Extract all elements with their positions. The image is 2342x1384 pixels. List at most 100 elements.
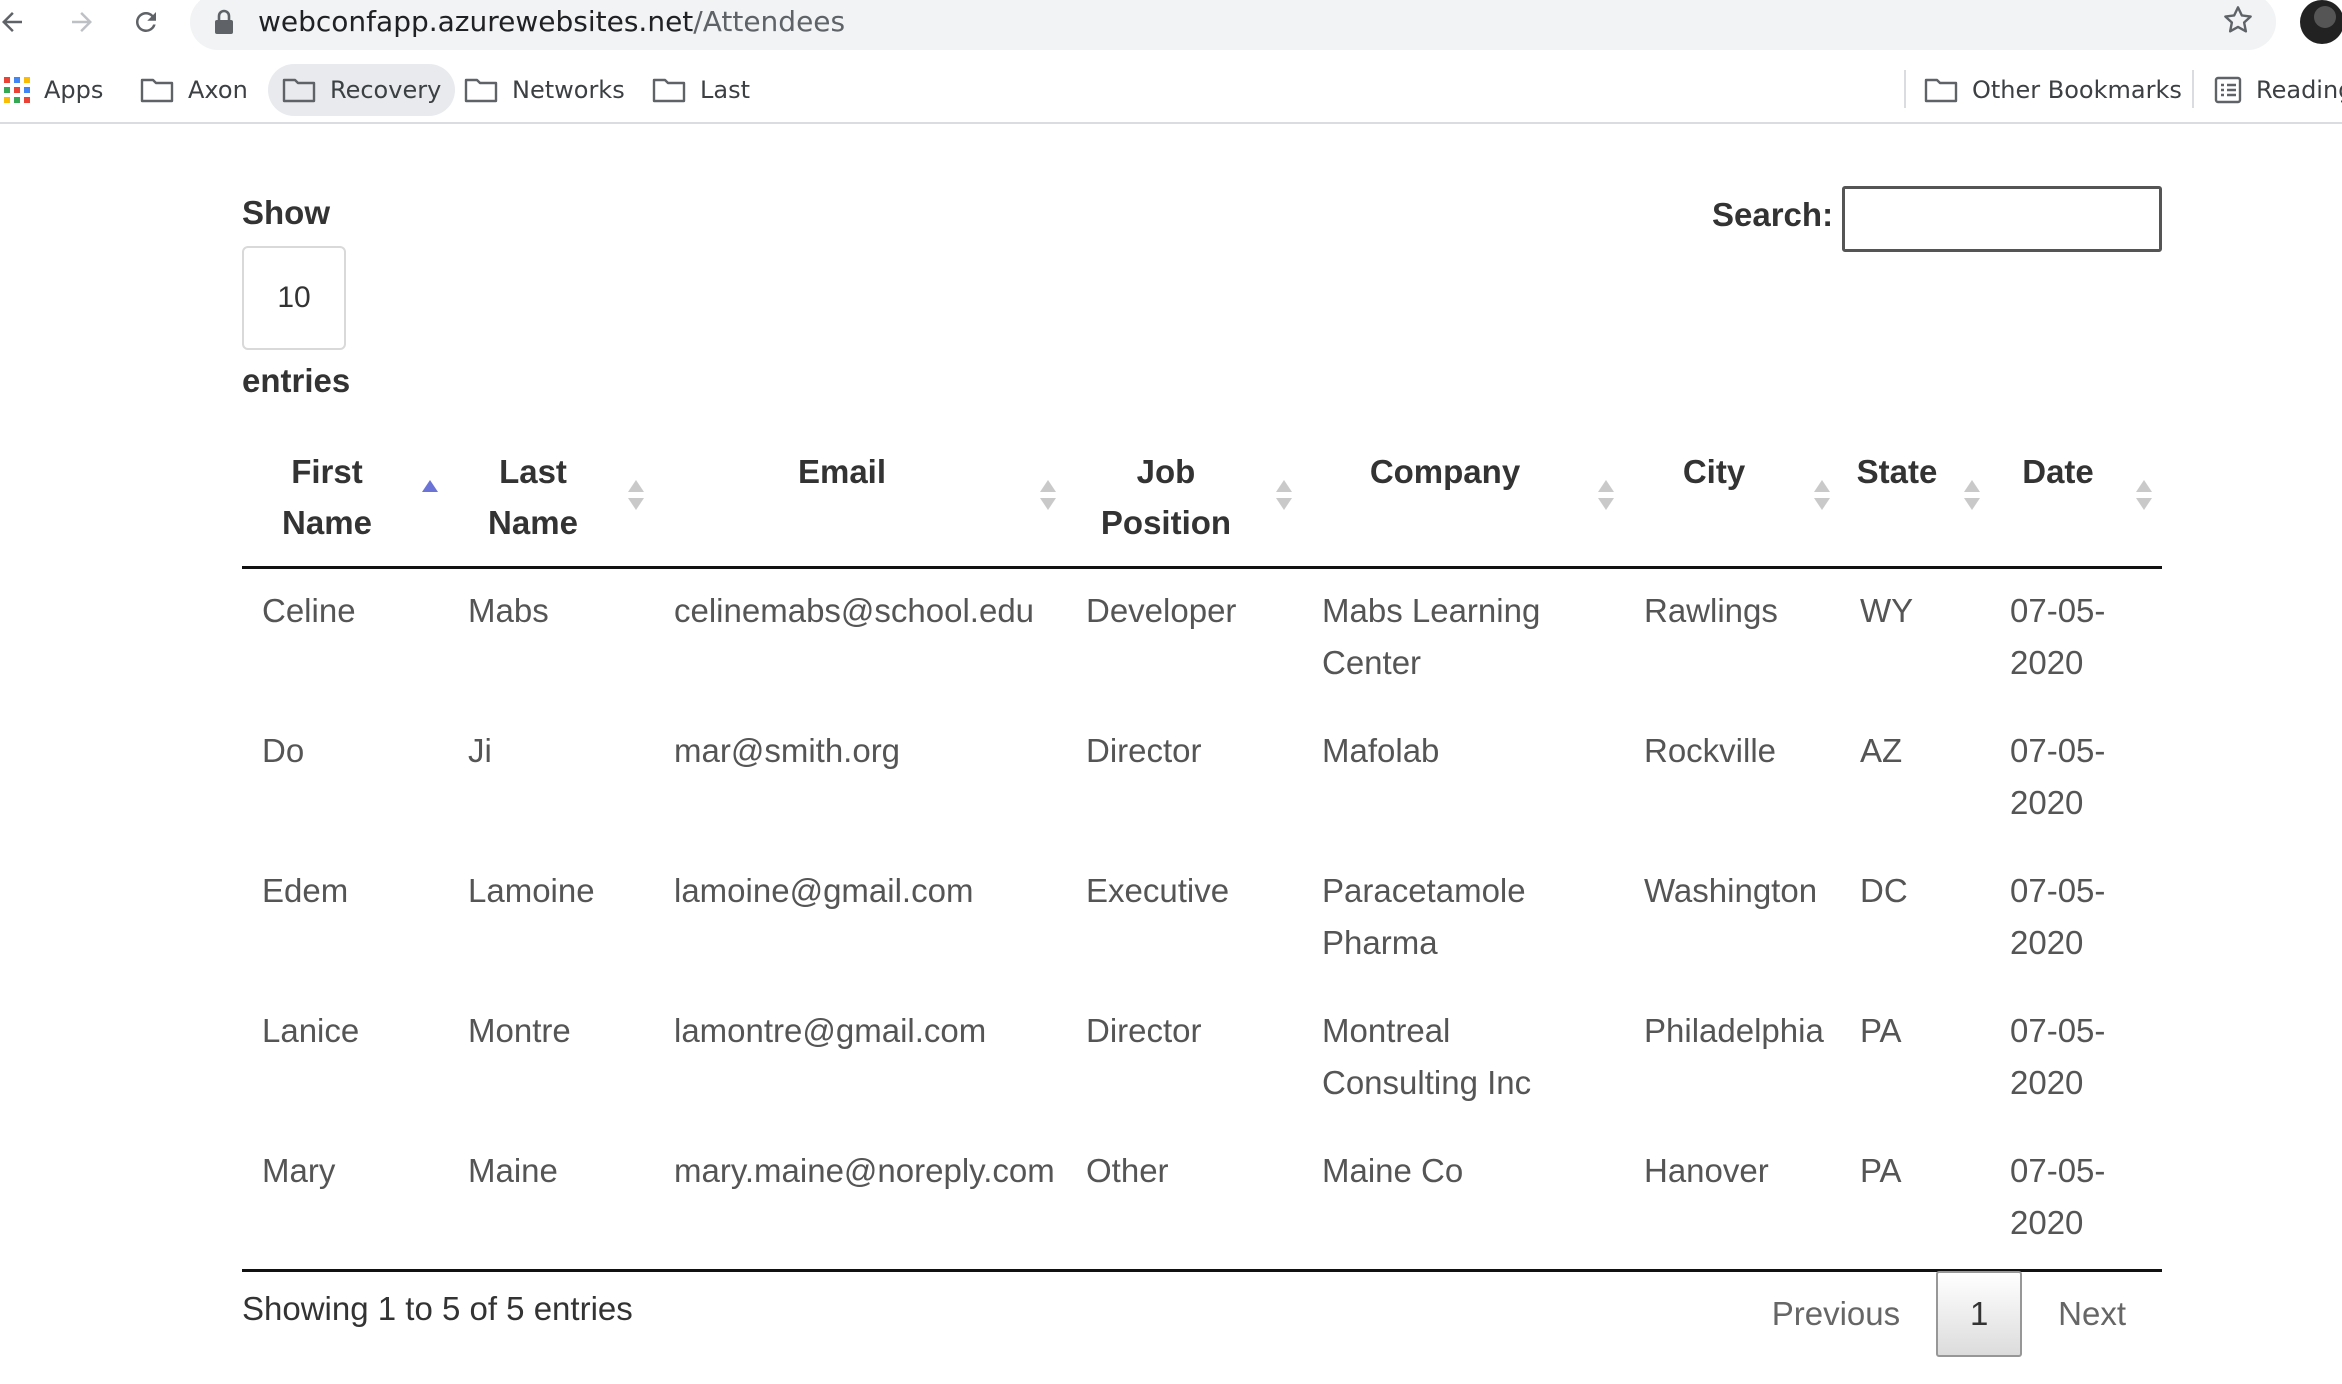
column-header-label: First Name [282,453,372,541]
length-show-label: Show [242,194,330,231]
cell-email: mary.maine@noreply.com [654,1129,1066,1272]
cell-date: 07-05-2020 [2010,1012,2106,1101]
cell-job-position: Other [1066,1129,1302,1272]
sort-icon [2136,480,2152,512]
bookmark-label: Axon [188,76,248,104]
cell-date: 07-05-2020 [2010,592,2106,681]
forward-icon[interactable] [62,2,102,42]
column-header-city[interactable]: City [1624,424,1840,569]
attendees-table: First Name Last Name Email Job Position … [242,424,2162,1272]
cell-city: Hanover [1624,1129,1840,1272]
cell-company: Paracetamole Pharma [1322,872,1526,961]
folder-icon [652,78,686,103]
cell-city: Rockville [1644,732,1777,769]
url-path: /Attendees [693,5,846,38]
reading-list-icon [2214,76,2242,104]
cell-city: Philadelphia [1644,1012,1824,1049]
url-host: webconfapp.azurewebsites.net [258,5,694,38]
cell-company: Mafolab [1322,732,1440,769]
cell-date: 07-05-2020 [2010,872,2106,961]
column-header-company[interactable]: Company [1302,424,1624,569]
cell-email: mar@smith.org [674,732,901,769]
cell-state: DC [1860,872,1908,909]
cell-first-name: Edem [262,872,349,909]
bookmark-last[interactable]: Last [652,64,750,116]
folder-icon [140,78,174,103]
reading-list-label: Reading List [2256,76,2342,104]
folder-icon [464,78,498,103]
profile-avatar[interactable] [2300,0,2342,44]
table-row: Mary Maine mary.maine@noreply.com Other … [242,1129,2162,1272]
folder-icon [282,78,316,103]
cell-state: PA [1860,1012,1902,1049]
back-icon[interactable] [0,2,32,42]
next-page-button[interactable]: Next [2022,1295,2162,1333]
sort-icon [1598,480,1614,512]
cell-email: lamoine@gmail.com [674,872,974,909]
column-header-label: Company [1369,453,1521,490]
column-header-label: Email [797,453,887,490]
bookmark-apps[interactable]: Apps [4,64,103,116]
column-header-label: Job Position [1100,453,1232,541]
lock-icon[interactable] [212,8,236,40]
bookmark-label: Networks [512,76,625,104]
sort-icon [1814,480,1830,512]
bookmark-label: Last [700,76,750,104]
reading-list[interactable]: Reading List [2214,64,2342,116]
cell-company: Mabs Learning Center [1322,592,1541,681]
column-header-label: Last Name [488,453,578,541]
column-header-state[interactable]: State [1840,424,1990,569]
cell-last-name: Ji [468,732,492,769]
cell-city: Washington [1644,872,1818,909]
bookmark-separator [2192,70,2194,108]
page-length-select[interactable]: 10 [242,246,346,350]
cell-job-position: Director [1086,1012,1202,1049]
cell-last-name: Maine [448,1129,654,1272]
cell-city: Rawlings [1644,592,1778,629]
cell-job-position: Director [1086,732,1202,769]
cell-state: AZ [1860,732,1903,769]
reload-icon[interactable] [126,2,166,42]
table-row: Lanice Montre lamontre@gmail.com Directo… [242,989,2162,1129]
bookmark-networks[interactable]: Networks [464,64,625,116]
cell-last-name: Lamoine [468,872,595,909]
cell-email: lamontre@gmail.com [674,1012,987,1049]
bookmarks-bar: Apps Axon Recovery Networks Last Other B… [0,56,2342,124]
length-entries-label: entries [242,362,351,399]
table-row: Celine Mabs celinemabs@school.edu Develo… [242,568,2162,710]
cell-company: Montreal Consulting Inc [1322,1012,1532,1101]
cell-email: celinemabs@school.edu [674,592,1035,629]
column-header-label: Date [2022,453,2094,490]
search-input[interactable] [1842,186,2162,252]
column-header-job-position[interactable]: Job Position [1066,424,1302,569]
cell-job-position: Developer [1086,592,1237,629]
cell-first-name: Do [262,732,305,769]
cell-date: 07-05-2020 [2010,732,2106,821]
bookmark-separator [1904,70,1906,108]
bookmark-recovery[interactable]: Recovery [268,64,456,116]
pagination: Previous 1 Next [1736,1270,2162,1358]
address-bar[interactable]: webconfapp.azurewebsites.net/Attendees [190,0,2276,50]
search-label: Search: [1712,196,1834,233]
column-header-date[interactable]: Date [1990,424,2162,569]
column-header-email[interactable]: Email [654,424,1066,569]
table-row: Edem Lamoine lamoine@gmail.com Executive… [242,849,2162,989]
table-row: Do Ji mar@smith.org Director Mafolab Roc… [242,709,2162,849]
cell-last-name: Mabs [468,592,549,629]
bookmark-other[interactable]: Other Bookmarks [1924,64,2182,116]
column-header-last-name[interactable]: Last Name [448,424,654,569]
bookmark-star-icon[interactable] [2222,4,2254,40]
url-text[interactable]: webconfapp.azurewebsites.net/Attendees [258,2,845,42]
previous-page-button[interactable]: Previous [1736,1295,1936,1333]
column-header-first-name[interactable]: First Name [242,424,448,569]
column-header-label: City [1682,453,1746,490]
table-header-row: First Name Last Name Email Job Position … [242,424,2162,569]
page-1-button[interactable]: 1 [1936,1271,2023,1357]
column-header-label: State [1856,453,1938,490]
bookmark-axon[interactable]: Axon [140,64,248,116]
cell-first-name: Celine [262,592,356,629]
bookmark-label: Recovery [330,76,442,104]
sort-icon [628,480,644,512]
browser-toolbar: webconfapp.azurewebsites.net/Attendees [0,0,2342,56]
bookmark-label: Apps [44,76,104,104]
